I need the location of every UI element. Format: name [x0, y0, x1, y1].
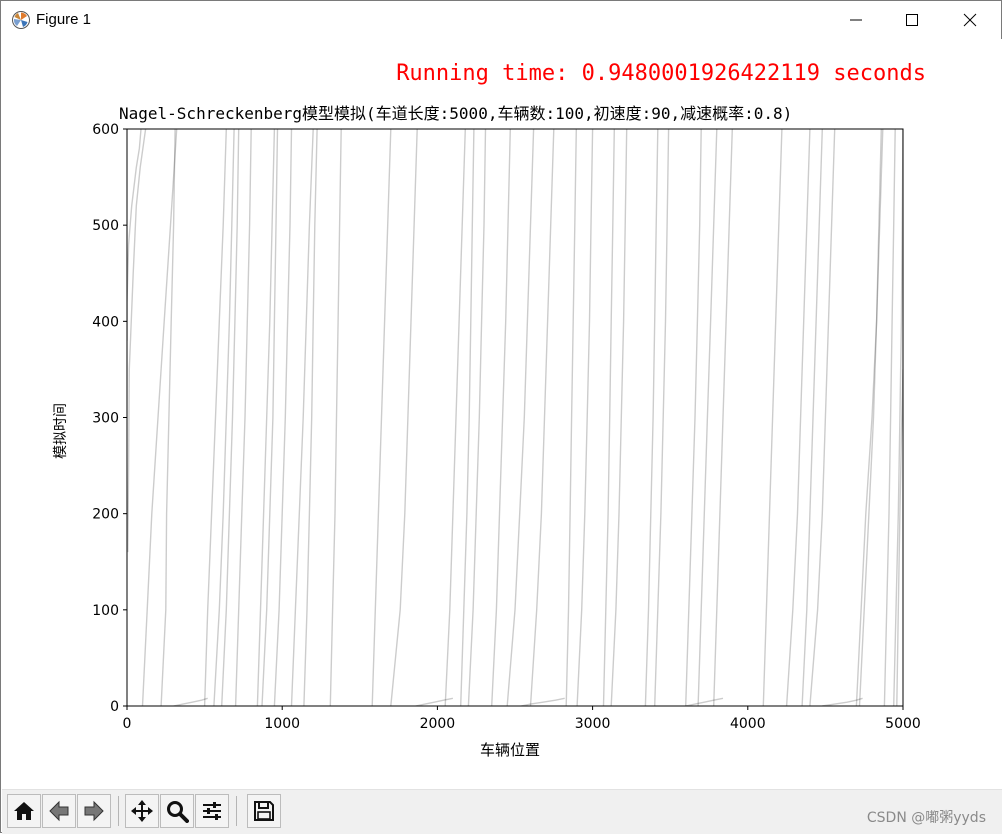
- title-bar[interactable]: Figure 1: [1, 1, 1001, 39]
- x-tick-label-2000: 2000: [420, 716, 456, 732]
- trajectory-line-33: [801, 129, 823, 706]
- zoom-button[interactable]: [160, 794, 194, 828]
- trajectory-line-20: [506, 129, 535, 706]
- pan-icon: [131, 800, 153, 822]
- trajectory-line-2: [127, 129, 142, 341]
- trajectory-line-1: [127, 129, 147, 553]
- plot-frame: [126, 128, 904, 707]
- trajectory-line-22: [565, 129, 577, 706]
- trajectory-line-30: [713, 129, 733, 706]
- trajectory-line-11: [290, 129, 314, 706]
- maximize-button[interactable]: [883, 1, 941, 39]
- trajectory-line-15: [390, 129, 418, 706]
- trajectory-line-6: [221, 129, 240, 706]
- window-title: Figure 1: [36, 11, 92, 28]
- trajectory-line-4: [203, 129, 227, 706]
- toolbar-separator: [236, 796, 237, 826]
- trajectory-line-37: [883, 129, 896, 706]
- x-tick-label-4000: 4000: [730, 716, 766, 732]
- trajectory-line-21: [529, 129, 555, 706]
- x-tick-label-5000: 5000: [885, 716, 921, 732]
- zoom-icon: [167, 801, 189, 823]
- back-icon: [49, 800, 69, 822]
- trajectory-line-29: [697, 129, 718, 706]
- pan-button[interactable]: [125, 794, 159, 828]
- maximize-icon: [906, 14, 918, 26]
- trajectory-line-43: [415, 697, 454, 706]
- minimize-button[interactable]: [827, 1, 885, 39]
- trajectory-line-12: [303, 129, 318, 706]
- trajectory-line-40: [521, 697, 565, 706]
- y-tick-label-0: 0: [110, 699, 119, 715]
- trajectory-line-26: [644, 129, 659, 706]
- minimize-icon: [850, 19, 862, 21]
- trajectory-line-31: [762, 129, 783, 706]
- y-axis-label: 模拟时间: [53, 403, 69, 459]
- trajectory-line-18: [467, 129, 487, 706]
- trajectory-line-41: [685, 697, 724, 706]
- trajectory-line-28: [685, 129, 702, 706]
- trajectory-line-3: [160, 129, 176, 706]
- figure-canvas[interactable]: Running time: 0.9480001926422119 seconds…: [2, 39, 1002, 789]
- trajectory-line-16: [444, 129, 466, 706]
- y-tick-label-500: 500: [92, 218, 119, 234]
- close-button[interactable]: [941, 1, 999, 39]
- toolbar-separator: [118, 796, 119, 826]
- trajectory-line-13: [329, 129, 342, 706]
- x-tick-label-0: 0: [123, 716, 132, 732]
- configure-icon: [203, 802, 221, 820]
- close-icon: [963, 13, 977, 27]
- watermark-text: CSDN @嘟粥yyds: [866, 810, 986, 826]
- forward-button[interactable]: [77, 794, 111, 828]
- x-tick-label-3000: 3000: [575, 716, 611, 732]
- trajectory-line-23: [576, 129, 594, 706]
- forward-icon: [84, 800, 104, 822]
- chart-plot[interactable]: 0 1000 2000 3000 4000 5000 0 100 200 300 400 500 600: [2, 39, 1002, 789]
- trajectory-line-9: [261, 129, 279, 706]
- trajectory-line-24: [602, 129, 615, 706]
- trajectory-line-44: [173, 697, 208, 706]
- trajectory-line-10: [273, 129, 293, 706]
- y-tick-label-600: 600: [92, 122, 119, 138]
- save-icon: [254, 801, 274, 821]
- y-tick-label-400: 400: [92, 314, 119, 330]
- configure-subplots-button[interactable]: [195, 794, 229, 828]
- trajectory-line-36: [858, 129, 882, 706]
- trajectory-line-0: [141, 129, 178, 706]
- x-tick-label-1000: 1000: [264, 716, 300, 732]
- y-tick-label-300: 300: [92, 411, 119, 427]
- x-axis-label: 车辆位置: [480, 741, 541, 759]
- save-button[interactable]: [247, 794, 281, 828]
- navigation-toolbar: CSDN @嘟粥yyds: [2, 789, 1002, 834]
- home-icon: [14, 802, 34, 820]
- back-button[interactable]: [42, 794, 76, 828]
- trajectory-line-14: [371, 129, 392, 706]
- y-tick-label-100: 100: [92, 603, 119, 619]
- trajectory-line-19: [491, 129, 511, 706]
- home-button[interactable]: [7, 794, 41, 828]
- figure-window: Figure 1 Running time: 0.948000192642211…: [0, 0, 1002, 834]
- y-tick-label-200: 200: [92, 507, 119, 523]
- matplotlib-logo-icon: [12, 11, 30, 29]
